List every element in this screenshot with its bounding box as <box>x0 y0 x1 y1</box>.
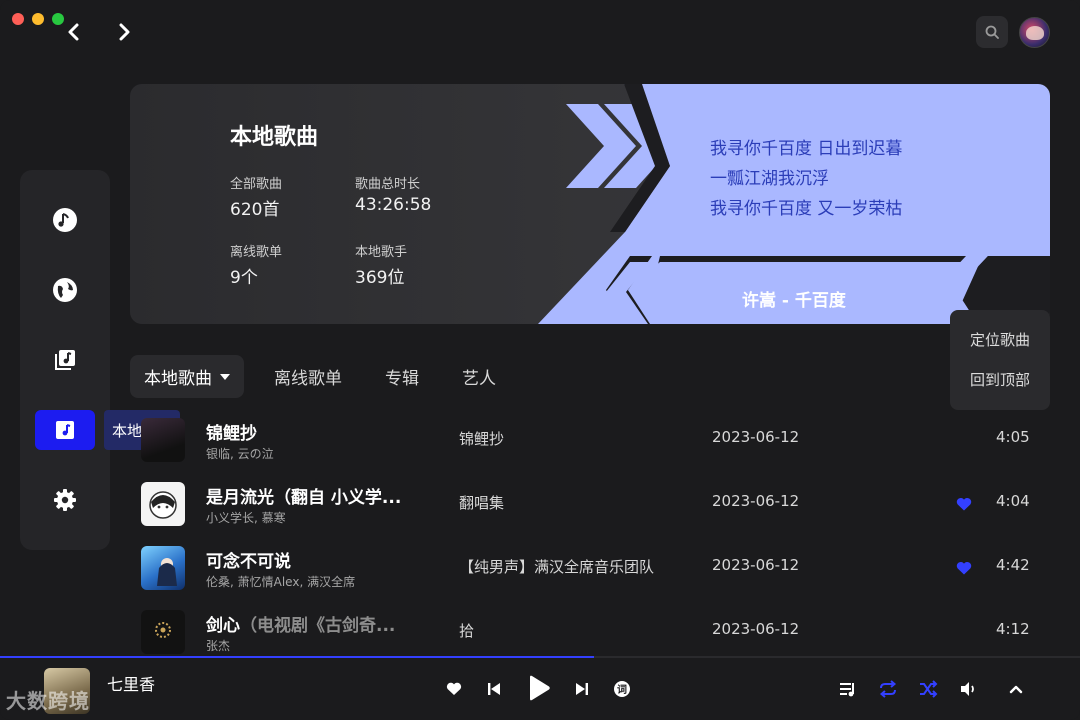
shuffle-icon[interactable] <box>917 678 939 700</box>
stat-offline-playlists: 离线歌单 9个 <box>230 241 282 288</box>
stat-value: 620首 <box>230 200 280 220</box>
play-icon[interactable] <box>522 672 554 704</box>
tab-artists[interactable]: 艺人 <box>462 364 496 389</box>
watermark-logo: 大数跨境 <box>6 689 90 713</box>
song-title: 剑心（电视剧《古剑奇... <box>206 611 395 636</box>
previous-icon[interactable] <box>483 678 505 700</box>
local-music-icon <box>56 421 74 439</box>
song-artist: 伦桑, 萧忆情Alex, 满汉全席 <box>206 575 356 589</box>
volume-icon[interactable] <box>957 678 979 700</box>
search-icon <box>985 25 999 39</box>
song-date: 2023-06-12 <box>712 556 800 574</box>
gear-icon <box>54 489 76 511</box>
album-cover <box>141 610 185 654</box>
minimize-window-button[interactable] <box>32 13 44 25</box>
banner-title: 本地歌曲 <box>230 125 319 150</box>
song-artist: 银临, 云の泣 <box>206 447 274 461</box>
lyric-line: 一瓢江湖我沉浮 <box>710 169 829 189</box>
lyric-line: 我寻你千百度 又一岁荣枯 <box>710 199 903 219</box>
tab-albums[interactable]: 专辑 <box>385 364 419 389</box>
sidebar-item-library[interactable] <box>35 340 95 380</box>
lyrics-icon[interactable]: 词 <box>611 678 633 700</box>
music-library-icon <box>55 350 75 370</box>
forward-arrow-icon[interactable] <box>114 20 134 44</box>
stat-value: 43:26:58 <box>355 195 432 215</box>
heart-icon[interactable] <box>956 561 972 575</box>
stat-label: 歌曲总时长 <box>355 177 421 192</box>
banner-song-credit: 许嵩 - 千百度 <box>742 291 846 311</box>
song-title: 锦鲤抄 <box>206 424 257 444</box>
stat-total-duration: 歌曲总时长 43:26:58 <box>355 173 431 215</box>
song-title-subtitle: （电视剧《古剑奇... <box>240 616 396 636</box>
song-title: 可念不可说 <box>206 552 291 572</box>
tab-local-songs[interactable]: 本地歌曲 <box>130 355 244 398</box>
history-navigation <box>64 20 134 44</box>
caret-down-icon <box>220 373 230 380</box>
song-duration: 4:05 <box>996 428 1030 446</box>
song-artist: 张杰 <box>206 639 231 653</box>
app-window: 本地音乐 本地歌曲 全部歌曲 620首 歌曲总时长 43:26:58 离线歌单 … <box>0 0 1080 720</box>
heart-icon[interactable] <box>956 497 972 511</box>
stat-value: 369位 <box>355 268 405 288</box>
repeat-icon[interactable] <box>877 678 899 700</box>
window-controls <box>12 13 64 25</box>
playlist-icon[interactable] <box>837 678 859 700</box>
song-date: 2023-06-12 <box>712 428 800 446</box>
sidebar-item-discover[interactable] <box>35 200 95 240</box>
sidebar-item-settings[interactable] <box>35 480 95 520</box>
stat-value: 9个 <box>230 268 258 288</box>
tab-label: 本地歌曲 <box>144 369 212 389</box>
user-avatar[interactable] <box>1019 17 1050 48</box>
next-icon[interactable] <box>571 678 593 700</box>
expand-icon[interactable] <box>1005 678 1027 700</box>
back-arrow-icon[interactable] <box>64 20 84 44</box>
menu-item-back-to-top[interactable]: 回到顶部 <box>950 362 1050 402</box>
context-menu: 定位歌曲 回到顶部 <box>950 310 1050 410</box>
close-window-button[interactable] <box>12 13 24 25</box>
song-duration: 4:04 <box>996 492 1030 510</box>
sidebar-item-local-music[interactable] <box>35 410 95 450</box>
song-title: 是月流光（翻自 小义学... <box>206 488 402 508</box>
stat-label: 本地歌手 <box>355 245 408 260</box>
tab-offline-playlists[interactable]: 离线歌单 <box>274 364 342 389</box>
lyric-line: 我寻你千百度 日出到迟暮 <box>710 139 903 159</box>
menu-item-locate-song[interactable]: 定位歌曲 <box>950 322 1050 362</box>
song-duration: 4:42 <box>996 556 1030 574</box>
now-playing-title[interactable]: 七里香 <box>107 671 155 695</box>
song-artist: 小义学长, 慕寒 <box>206 511 286 525</box>
stat-label: 离线歌单 <box>230 245 283 260</box>
song-date: 2023-06-12 <box>712 620 800 638</box>
album-cover <box>141 418 185 462</box>
player-bar: 七里香 大数跨境 词 <box>0 658 1080 720</box>
song-album[interactable]: 【纯男声】满汉全席音乐团队 <box>459 556 654 577</box>
globe-icon <box>53 278 77 302</box>
stat-label: 全部歌曲 <box>230 177 283 192</box>
song-duration: 4:12 <box>996 620 1030 638</box>
song-album[interactable]: 翻唱集 <box>459 492 504 513</box>
zoom-window-button[interactable] <box>52 13 64 25</box>
sidebar <box>20 170 110 550</box>
local-songs-banner: 本地歌曲 全部歌曲 620首 歌曲总时长 43:26:58 离线歌单 9个 本地… <box>130 84 1050 324</box>
song-row[interactable]: 剑心（电视剧《古剑奇... 张杰 拾 2023-06-12 4:12 <box>130 600 1050 664</box>
album-cover <box>141 482 185 526</box>
svg-text:词: 词 <box>617 683 627 696</box>
album-cover <box>141 546 185 590</box>
stat-local-artists: 本地歌手 369位 <box>355 241 407 288</box>
song-row[interactable]: 可念不可说 伦桑, 萧忆情Alex, 满汉全席 【纯男声】满汉全席音乐团队 20… <box>130 536 1050 600</box>
song-date: 2023-06-12 <box>712 492 800 510</box>
song-album[interactable]: 拾 <box>459 620 474 641</box>
library-tabs: 本地歌曲 离线歌单 专辑 艺人 <box>130 355 539 398</box>
song-title-main: 剑心 <box>206 616 240 636</box>
sidebar-item-explore[interactable] <box>35 270 95 310</box>
song-row[interactable]: 锦鲤抄 银临, 云の泣 锦鲤抄 2023-06-12 4:05 <box>130 408 1050 472</box>
music-note-circle-icon <box>53 208 77 232</box>
song-album[interactable]: 锦鲤抄 <box>459 428 504 449</box>
heart-icon[interactable] <box>443 678 465 700</box>
search-button[interactable] <box>976 16 1008 48</box>
song-row[interactable]: 是月流光（翻自 小义学... 小义学长, 慕寒 翻唱集 2023-06-12 4… <box>130 472 1050 536</box>
stat-all-songs: 全部歌曲 620首 <box>230 173 282 220</box>
lyrics-block: 我寻你千百度 日出到迟暮 一瓢江湖我沉浮 我寻你千百度 又一岁荣枯 <box>710 134 902 224</box>
